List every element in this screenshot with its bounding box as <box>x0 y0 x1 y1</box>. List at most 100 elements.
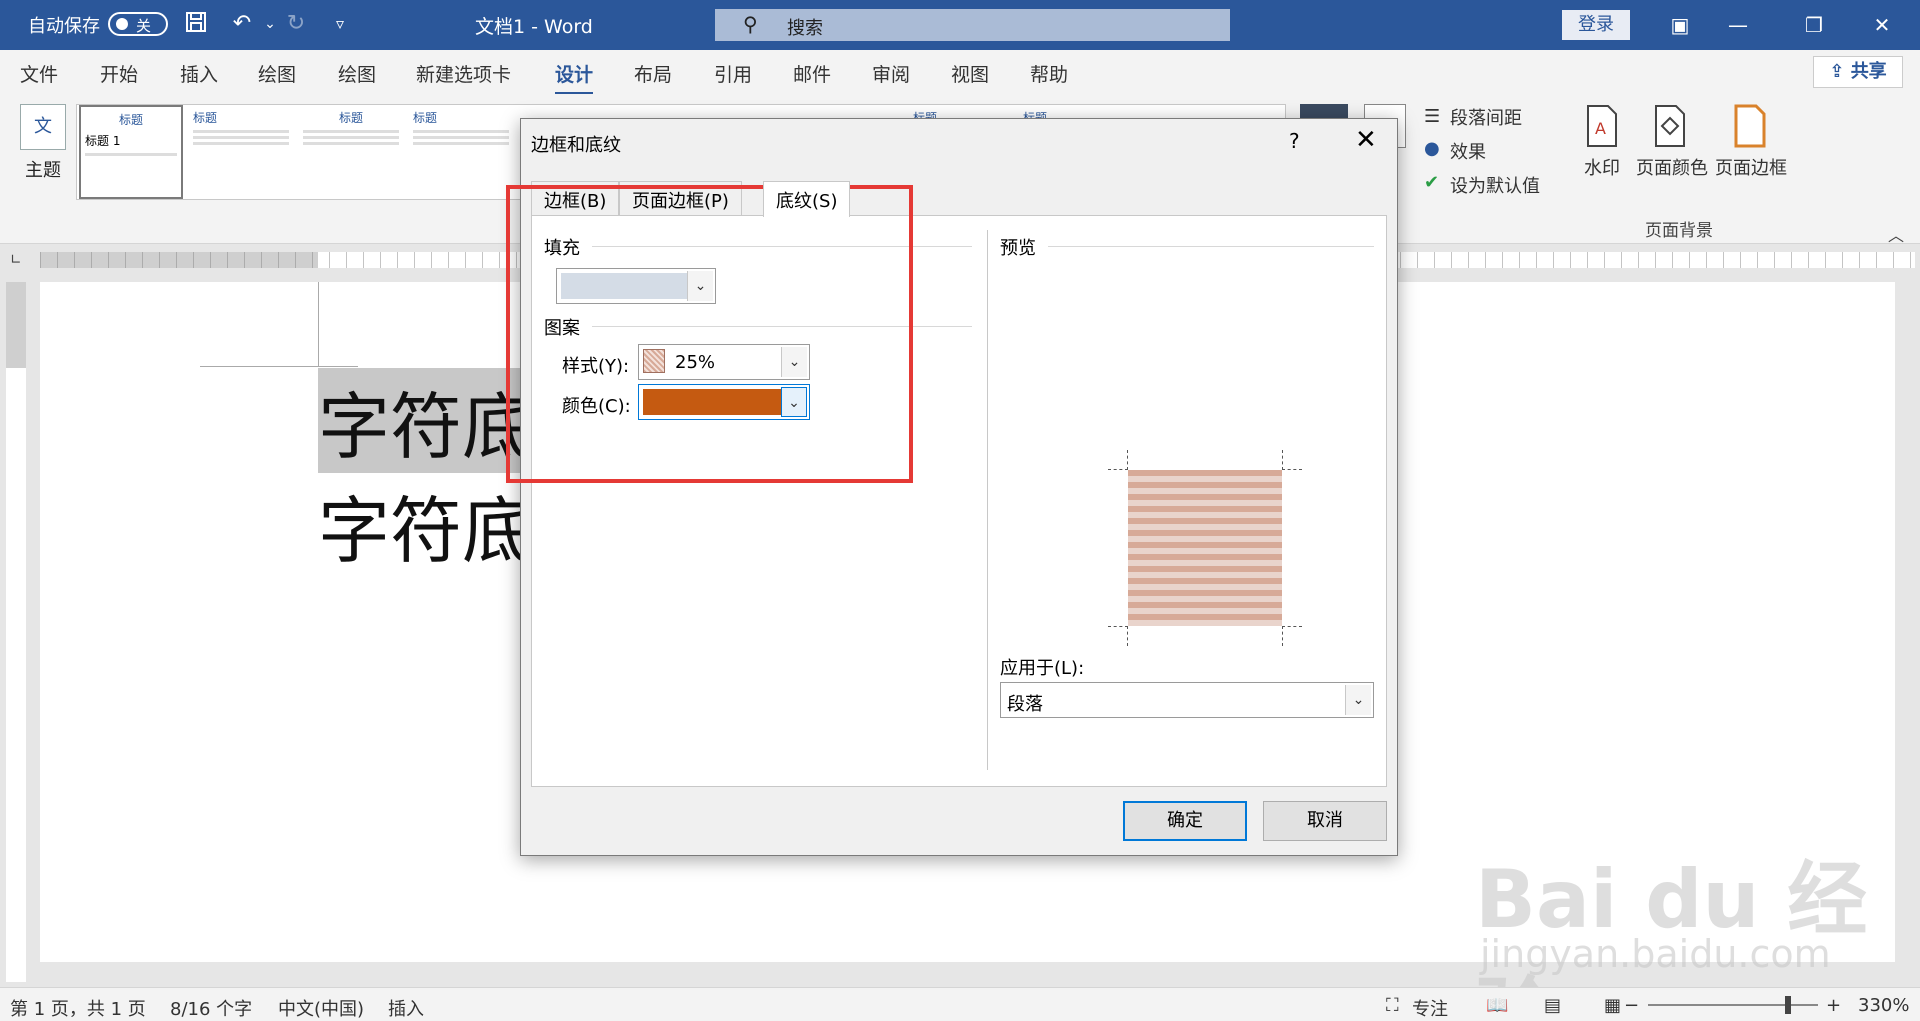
close-icon[interactable]: ✕ <box>1355 125 1377 155</box>
tab-home[interactable]: 开始 <box>100 60 138 87</box>
apply-to-dropdown[interactable]: 段落 ⌄ <box>1000 682 1374 718</box>
share-label: 共享 <box>1850 61 1887 82</box>
style-card[interactable]: 标题 <box>189 105 293 199</box>
check-icon: ✔ <box>1424 172 1440 193</box>
status-bar: 第 1 页，共 1 页 8/16 个字 中文(中国) 插入 ⛶ 专注 📖 ▤ ▦… <box>0 987 1920 1021</box>
title-bar: 自动保存 关 ↶ ⌄ ↻ ▿ 文档1 - Word ⚲ 搜索 登录 ▣ — ❐ … <box>0 0 1920 50</box>
cancel-button[interactable]: 取消 <box>1263 801 1387 841</box>
theme-button[interactable]: 文 主题 <box>18 104 68 182</box>
set-default-button[interactable]: 设为默认值 <box>1450 172 1540 198</box>
svg-text:A: A <box>1595 119 1606 138</box>
tab-review[interactable]: 审阅 <box>872 60 910 87</box>
tab-draw[interactable]: 绘图 <box>258 60 296 87</box>
margin-guide <box>318 282 319 366</box>
page-background-group-label: 页面背景 <box>1645 221 1713 241</box>
share-icon: ⇪ <box>1829 61 1845 82</box>
tab-file[interactable]: 文件 <box>20 60 58 87</box>
tab-layout[interactable]: 布局 <box>634 60 672 87</box>
print-layout-icon[interactable]: ▤ <box>1544 995 1561 1016</box>
page-border-icon[interactable] <box>1732 104 1772 148</box>
vertical-ruler[interactable] <box>6 282 26 982</box>
document-line[interactable]: 字符底 <box>318 472 534 577</box>
apply-to-value: 段落 <box>1007 694 1043 715</box>
dialog-title: 边框和底纹 <box>531 135 621 156</box>
effects-icon: ● <box>1424 138 1440 159</box>
style-card-heading: 标题 <box>193 111 218 125</box>
style-card[interactable]: 标题 标题 1 <box>79 105 183 199</box>
toggle-knob <box>116 18 128 30</box>
focus-button[interactable]: 专注 <box>1412 995 1448 1021</box>
watermark-button[interactable]: 水印 <box>1584 154 1620 180</box>
theme-label: 主题 <box>25 160 61 181</box>
crop-mark <box>1108 626 1128 646</box>
chevron-down-icon[interactable]: ⌄ <box>1345 685 1371 715</box>
autosave-state: 关 <box>136 17 152 35</box>
style-card-heading: 标题 <box>413 111 438 125</box>
autosave-label: 自动保存 <box>28 16 100 37</box>
help-button[interactable]: ? <box>1289 129 1300 153</box>
section-divider <box>1048 246 1374 247</box>
style-card[interactable]: 标题 <box>299 105 403 199</box>
tab-references[interactable]: 引用 <box>714 60 752 87</box>
margin-guide <box>200 366 358 367</box>
collapse-ribbon-icon[interactable]: ︿ <box>1888 222 1904 246</box>
tab-stop-icon[interactable]: ∟ <box>10 252 28 270</box>
crop-mark <box>1108 450 1128 470</box>
tab-draw-2[interactable]: 绘图 <box>338 60 376 87</box>
style-card-heading: 标题 <box>338 111 363 125</box>
zoom-level[interactable]: 330% <box>1858 995 1909 1016</box>
search-icon: ⚲ <box>743 12 758 36</box>
crop-mark <box>1282 450 1302 470</box>
effects-button[interactable]: 效果 <box>1450 138 1486 164</box>
tab-mailings[interactable]: 邮件 <box>793 60 831 87</box>
paragraph-spacing-button[interactable]: 段落间距 <box>1450 104 1522 130</box>
style-card-heading: 标题 <box>118 113 143 127</box>
watermark-icon[interactable]: A <box>1584 104 1624 148</box>
preview-label: 预览 <box>1000 238 1036 259</box>
customize-toolbar-icon[interactable]: ▿ <box>326 10 354 38</box>
page-color-icon[interactable] <box>1652 104 1692 148</box>
word-count[interactable]: 8/16 个字 <box>170 995 252 1021</box>
search-box[interactable]: ⚲ 搜索 <box>715 9 1230 41</box>
style-card[interactable]: 标题 <box>409 105 513 199</box>
zoom-out-icon[interactable]: − <box>1624 995 1639 1016</box>
web-layout-icon[interactable]: ▦ <box>1604 995 1621 1016</box>
minimize-icon[interactable]: — <box>1718 10 1758 40</box>
annotation-highlight-box <box>506 185 913 483</box>
redo-icon[interactable]: ↻ <box>282 10 310 38</box>
zoom-slider[interactable] <box>1648 1004 1818 1006</box>
zoom-slider-thumb[interactable] <box>1785 996 1791 1014</box>
watermark-url: jingyan.baidu.com <box>1480 932 1831 976</box>
page-color-button[interactable]: 页面颜色 <box>1636 154 1708 180</box>
close-window-icon[interactable]: ✕ <box>1862 10 1902 40</box>
login-button[interactable]: 登录 <box>1562 10 1630 40</box>
tab-insert[interactable]: 插入 <box>180 60 218 87</box>
edit-mode[interactable]: 插入 <box>388 995 424 1021</box>
share-button[interactable]: ⇪ 共享 <box>1813 56 1903 88</box>
restore-icon[interactable]: ❐ <box>1794 10 1834 40</box>
ok-button[interactable]: 确定 <box>1123 801 1247 841</box>
zoom-in-icon[interactable]: + <box>1826 995 1841 1016</box>
search-placeholder: 搜索 <box>787 18 823 39</box>
style-card-subheading: 标题 1 <box>85 134 121 148</box>
save-icon[interactable] <box>182 10 210 38</box>
tab-view[interactable]: 视图 <box>951 60 989 87</box>
undo-dropdown-icon[interactable]: ⌄ <box>256 10 284 38</box>
shading-preview <box>1128 470 1282 626</box>
ribbon-display-icon[interactable]: ▣ <box>1660 10 1700 40</box>
focus-icon[interactable]: ⛶ <box>1386 995 1399 1016</box>
tab-design[interactable]: 设计 <box>555 60 594 95</box>
undo-icon[interactable]: ↶ <box>228 10 256 38</box>
tab-new[interactable]: 新建选项卡 <box>416 60 511 87</box>
autosave-toggle[interactable]: 关 <box>108 12 168 36</box>
tab-shading[interactable]: 底纹(S) <box>763 181 851 217</box>
page-info[interactable]: 第 1 页，共 1 页 <box>10 995 146 1021</box>
panel-divider <box>987 230 988 770</box>
theme-icon: 文 <box>20 104 66 150</box>
tab-help[interactable]: 帮助 <box>1030 60 1068 87</box>
page-border-button[interactable]: 页面边框 <box>1715 154 1787 180</box>
language[interactable]: 中文(中国) <box>278 995 364 1021</box>
read-mode-icon[interactable]: 📖 <box>1486 995 1508 1016</box>
crop-mark <box>1282 626 1302 646</box>
ribbon-tabs: 文件 开始 插入 绘图 绘图 新建选项卡 设计 布局 引用 邮件 审阅 视图 帮… <box>0 50 1920 95</box>
